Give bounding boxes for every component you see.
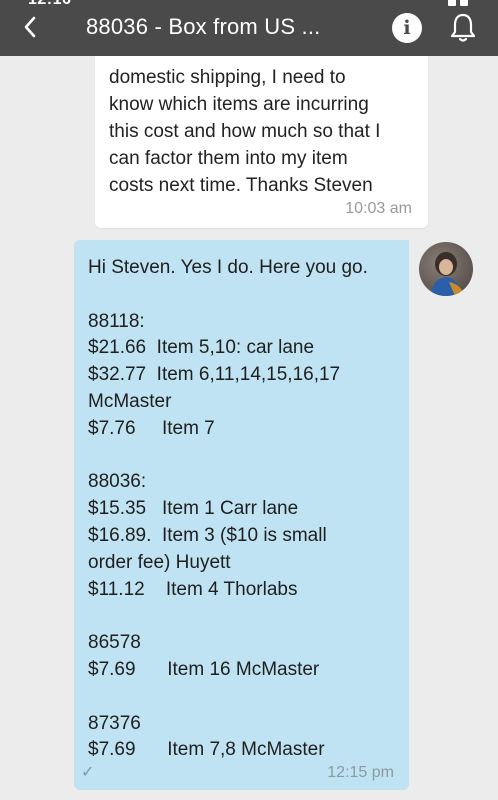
message-timestamp: 12:15 pm — [327, 764, 394, 781]
sent-check-icon: ✓ — [81, 764, 95, 781]
back-button[interactable] — [16, 12, 44, 42]
message-text: domestic shipping, I need to know which … — [109, 67, 381, 196]
message-timestamp: 10:03 am — [345, 200, 412, 217]
user-photo — [431, 252, 463, 296]
bell-icon — [450, 13, 476, 42]
incoming-message: domestic shipping, I need to know which … — [95, 56, 428, 228]
message-text: Hi Steven. Yes I do. Here you go. 88118:… — [88, 257, 368, 761]
info-icon: i — [403, 17, 411, 39]
chevron-left-icon — [24, 16, 36, 38]
page-title: 88036 - Box from US ... — [86, 14, 321, 39]
status-time: 12:16 — [28, 0, 71, 8]
outgoing-message: Hi Steven. Yes I do. Here you go. 88118:… — [74, 240, 409, 790]
avatar[interactable] — [419, 242, 473, 296]
chat-header: 12:16 88036 - Box from US ... i — [0, 0, 498, 56]
status-bar: 12:16 — [0, 0, 498, 8]
notification-button[interactable] — [449, 12, 477, 44]
battery-icon — [460, 0, 468, 6]
signal-icon — [448, 0, 456, 6]
status-icons — [448, 0, 468, 6]
info-button[interactable]: i — [392, 13, 422, 43]
